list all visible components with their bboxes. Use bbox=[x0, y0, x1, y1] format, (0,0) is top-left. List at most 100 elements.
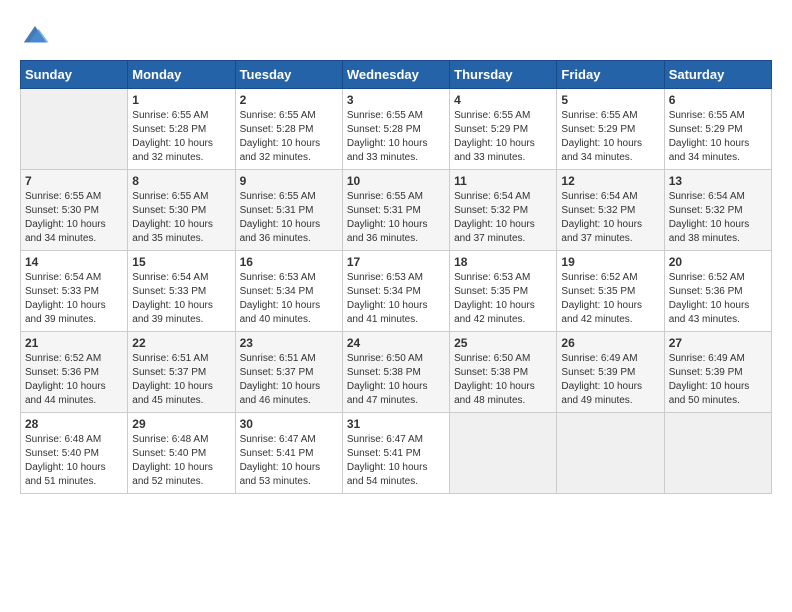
day-number: 19 bbox=[561, 255, 659, 269]
day-info: Sunrise: 6:52 AMSunset: 5:36 PMDaylight:… bbox=[25, 352, 123, 408]
day-info: Sunrise: 6:52 AMSunset: 5:36 PMDaylight:… bbox=[669, 271, 767, 327]
day-number: 29 bbox=[132, 417, 230, 431]
day-number: 5 bbox=[561, 93, 659, 107]
header-row: SundayMondayTuesdayWednesdayThursdayFrid… bbox=[21, 61, 772, 89]
calendar-cell: 6 Sunrise: 6:55 AMSunset: 5:29 PMDaylight… bbox=[664, 89, 771, 170]
calendar-cell: 29Sunrise: 6:48 AMSunset: 5:40 PMDayligh… bbox=[128, 413, 235, 494]
day-info: Sunrise: 6:49 AMSunset: 5:39 PMDaylight:… bbox=[561, 352, 659, 408]
day-number: 8 bbox=[132, 174, 230, 188]
day-info: Sunrise: 6:55 AMSunset: 5:28 PMDaylight:… bbox=[240, 109, 338, 165]
day-number: 9 bbox=[240, 174, 338, 188]
calendar-cell bbox=[557, 413, 664, 494]
calendar-cell: 11Sunrise: 6:54 AMSunset: 5:32 PMDayligh… bbox=[450, 170, 557, 251]
calendar-cell: 8Sunrise: 6:55 AMSunset: 5:30 PMDaylight… bbox=[128, 170, 235, 251]
calendar-cell bbox=[21, 89, 128, 170]
day-info: Sunrise: 6:54 AMSunset: 5:33 PMDaylight:… bbox=[132, 271, 230, 327]
calendar-table: SundayMondayTuesdayWednesdayThursdayFrid… bbox=[20, 60, 772, 494]
day-info: Sunrise: 6:55 AMSunset: 5:29 PMDaylight:… bbox=[561, 109, 659, 165]
day-info: Sunrise: 6:53 AMSunset: 5:35 PMDaylight:… bbox=[454, 271, 552, 327]
day-info: Sunrise: 6:52 AMSunset: 5:35 PMDaylight:… bbox=[561, 271, 659, 327]
calendar-cell: 7Sunrise: 6:55 AMSunset: 5:30 PMDaylight… bbox=[21, 170, 128, 251]
calendar-cell: 24 Sunrise: 6:50 AMSunset: 5:38 PMDayligh… bbox=[342, 332, 449, 413]
calendar-cell: 5 Sunrise: 6:55 AMSunset: 5:29 PMDaylight… bbox=[557, 89, 664, 170]
calendar-cell: 19 Sunrise: 6:52 AMSunset: 5:35 PMDayligh… bbox=[557, 251, 664, 332]
header-day-saturday: Saturday bbox=[664, 61, 771, 89]
day-info: Sunrise: 6:55 AMSunset: 5:31 PMDaylight:… bbox=[347, 190, 445, 246]
header-day-friday: Friday bbox=[557, 61, 664, 89]
day-number: 20 bbox=[669, 255, 767, 269]
calendar-cell: 9Sunrise: 6:55 AMSunset: 5:31 PMDaylight… bbox=[235, 170, 342, 251]
calendar-cell: 14Sunrise: 6:54 AMSunset: 5:33 PMDayligh… bbox=[21, 251, 128, 332]
calendar-header: SundayMondayTuesdayWednesdayThursdayFrid… bbox=[21, 61, 772, 89]
day-number: 28 bbox=[25, 417, 123, 431]
day-number: 2 bbox=[240, 93, 338, 107]
day-number: 22 bbox=[132, 336, 230, 350]
day-info: Sunrise: 6:49 AMSunset: 5:39 PMDaylight:… bbox=[669, 352, 767, 408]
day-number: 6 bbox=[669, 93, 767, 107]
day-number: 11 bbox=[454, 174, 552, 188]
calendar-body: 1 Sunrise: 6:55 AMSunset: 5:28 PMDaylight… bbox=[21, 89, 772, 494]
day-info: Sunrise: 6:51 AMSunset: 5:37 PMDaylight:… bbox=[132, 352, 230, 408]
day-info: Sunrise: 6:55 AMSunset: 5:29 PMDaylight:… bbox=[669, 109, 767, 165]
calendar-cell: 17 Sunrise: 6:53 AMSunset: 5:34 PMDayligh… bbox=[342, 251, 449, 332]
header-day-sunday: Sunday bbox=[21, 61, 128, 89]
calendar-cell: 4 Sunrise: 6:55 AMSunset: 5:29 PMDaylight… bbox=[450, 89, 557, 170]
day-info: Sunrise: 6:53 AMSunset: 5:34 PMDaylight:… bbox=[240, 271, 338, 327]
calendar-cell: 23Sunrise: 6:51 AMSunset: 5:37 PMDayligh… bbox=[235, 332, 342, 413]
day-info: Sunrise: 6:55 AMSunset: 5:28 PMDaylight:… bbox=[347, 109, 445, 165]
day-number: 7 bbox=[25, 174, 123, 188]
week-row-5: 28 Sunrise: 6:48 AMSunset: 5:40 PMDayligh… bbox=[21, 413, 772, 494]
calendar-cell bbox=[664, 413, 771, 494]
day-info: Sunrise: 6:47 AMSunset: 5:41 PMDaylight:… bbox=[347, 433, 445, 489]
day-info: Sunrise: 6:54 AMSunset: 5:33 PMDaylight:… bbox=[25, 271, 123, 327]
calendar-cell: 13 Sunrise: 6:54 AMSunset: 5:32 PMDayligh… bbox=[664, 170, 771, 251]
week-row-2: 7Sunrise: 6:55 AMSunset: 5:30 PMDaylight… bbox=[21, 170, 772, 251]
day-number: 13 bbox=[669, 174, 767, 188]
logo bbox=[20, 20, 54, 50]
day-info: Sunrise: 6:54 AMSunset: 5:32 PMDaylight:… bbox=[561, 190, 659, 246]
day-number: 18 bbox=[454, 255, 552, 269]
day-info: Sunrise: 6:47 AMSunset: 5:41 PMDaylight:… bbox=[240, 433, 338, 489]
day-number: 30 bbox=[240, 417, 338, 431]
calendar-cell: 16 Sunrise: 6:53 AMSunset: 5:34 PMDayligh… bbox=[235, 251, 342, 332]
week-row-3: 14Sunrise: 6:54 AMSunset: 5:33 PMDayligh… bbox=[21, 251, 772, 332]
day-number: 25 bbox=[454, 336, 552, 350]
calendar-cell: 26 Sunrise: 6:49 AMSunset: 5:39 PMDayligh… bbox=[557, 332, 664, 413]
day-number: 15 bbox=[132, 255, 230, 269]
header-day-monday: Monday bbox=[128, 61, 235, 89]
calendar-cell: 10Sunrise: 6:55 AMSunset: 5:31 PMDayligh… bbox=[342, 170, 449, 251]
day-number: 12 bbox=[561, 174, 659, 188]
day-number: 21 bbox=[25, 336, 123, 350]
day-number: 1 bbox=[132, 93, 230, 107]
day-number: 17 bbox=[347, 255, 445, 269]
calendar-cell: 22 Sunrise: 6:51 AMSunset: 5:37 PMDayligh… bbox=[128, 332, 235, 413]
calendar-cell: 20 Sunrise: 6:52 AMSunset: 5:36 PMDayligh… bbox=[664, 251, 771, 332]
day-info: Sunrise: 6:50 AMSunset: 5:38 PMDaylight:… bbox=[454, 352, 552, 408]
calendar-cell bbox=[450, 413, 557, 494]
day-number: 4 bbox=[454, 93, 552, 107]
calendar-cell: 28 Sunrise: 6:48 AMSunset: 5:40 PMDayligh… bbox=[21, 413, 128, 494]
day-info: Sunrise: 6:55 AMSunset: 5:29 PMDaylight:… bbox=[454, 109, 552, 165]
calendar-cell: 1Sunrise: 6:55 AMSunset: 5:28 PMDaylight… bbox=[128, 89, 235, 170]
day-info: Sunrise: 6:48 AMSunset: 5:40 PMDaylight:… bbox=[25, 433, 123, 489]
day-number: 26 bbox=[561, 336, 659, 350]
calendar-cell: 15 Sunrise: 6:54 AMSunset: 5:33 PMDayligh… bbox=[128, 251, 235, 332]
logo-icon bbox=[20, 20, 50, 50]
header-day-tuesday: Tuesday bbox=[235, 61, 342, 89]
calendar-cell: 12 Sunrise: 6:54 AMSunset: 5:32 PMDayligh… bbox=[557, 170, 664, 251]
calendar-cell: 21 Sunrise: 6:52 AMSunset: 5:36 PMDayligh… bbox=[21, 332, 128, 413]
day-info: Sunrise: 6:50 AMSunset: 5:38 PMDaylight:… bbox=[347, 352, 445, 408]
day-number: 24 bbox=[347, 336, 445, 350]
week-row-4: 21 Sunrise: 6:52 AMSunset: 5:36 PMDayligh… bbox=[21, 332, 772, 413]
day-number: 31 bbox=[347, 417, 445, 431]
day-number: 3 bbox=[347, 93, 445, 107]
day-number: 23 bbox=[240, 336, 338, 350]
calendar-cell: 25 Sunrise: 6:50 AMSunset: 5:38 PMDayligh… bbox=[450, 332, 557, 413]
calendar-cell: 30 Sunrise: 6:47 AMSunset: 5:41 PMDayligh… bbox=[235, 413, 342, 494]
week-row-1: 1 Sunrise: 6:55 AMSunset: 5:28 PMDaylight… bbox=[21, 89, 772, 170]
day-info: Sunrise: 6:53 AMSunset: 5:34 PMDaylight:… bbox=[347, 271, 445, 327]
day-info: Sunrise: 6:54 AMSunset: 5:32 PMDaylight:… bbox=[669, 190, 767, 246]
header-day-wednesday: Wednesday bbox=[342, 61, 449, 89]
day-number: 16 bbox=[240, 255, 338, 269]
calendar-cell: 3 Sunrise: 6:55 AMSunset: 5:28 PMDaylight… bbox=[342, 89, 449, 170]
